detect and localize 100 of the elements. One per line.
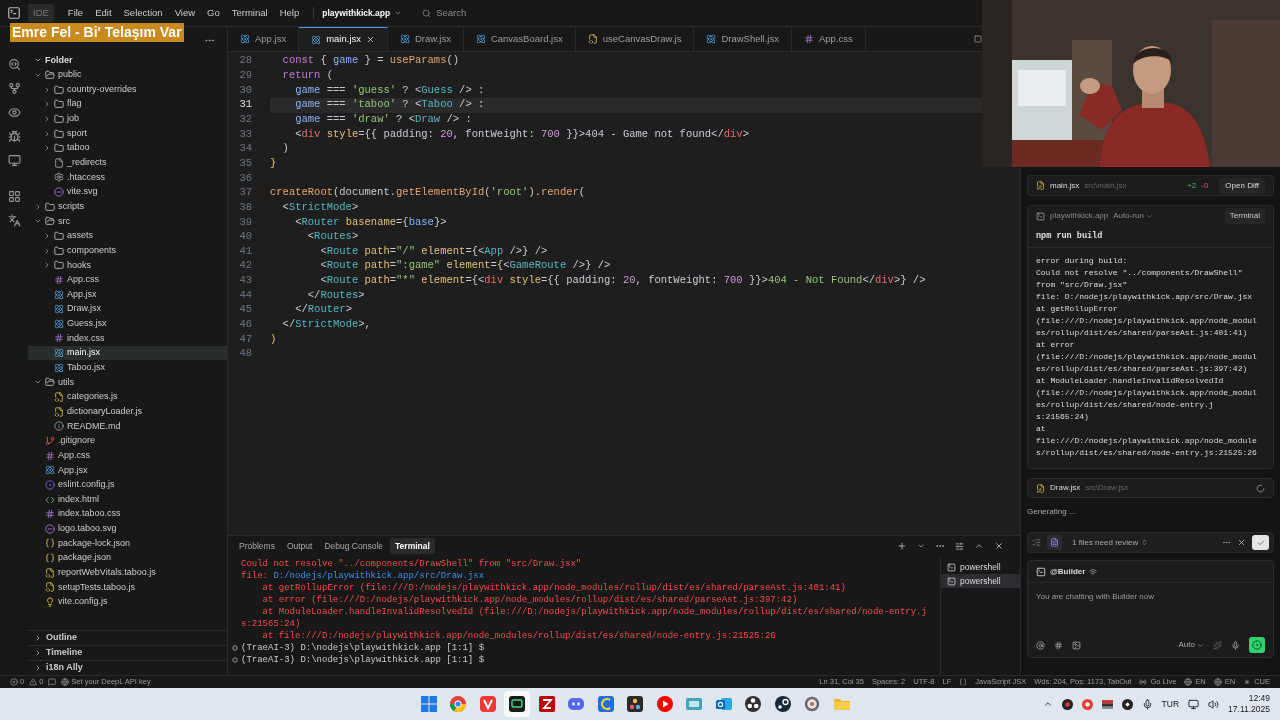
file-tree-item[interactable]: categories.js [28,389,227,405]
file-tree-item[interactable]: flag [28,96,227,112]
terminal-item[interactable]: powershell [941,574,1020,588]
terminal-item[interactable]: powershell [941,560,1020,574]
caret-icon[interactable] [917,542,925,550]
mention-icon[interactable] [1036,640,1045,650]
monitor-icon[interactable] [7,154,21,167]
file-tree-item[interactable]: index.css [28,331,227,346]
image-icon[interactable] [1072,640,1081,650]
file-tree-item[interactable]: dictionaryLoader.js [28,404,227,419]
file-tree-item[interactable]: .htaccess [28,170,227,185]
sliders-icon[interactable] [955,541,964,551]
file-tree-item[interactable]: Draw.jsx [28,301,227,317]
panel-tab[interactable]: Terminal [390,537,435,555]
file-tree-item[interactable]: Taboo.jsx [28,360,227,376]
add-icon[interactable] [897,541,907,551]
hash-icon[interactable] [1054,640,1063,650]
eye-icon[interactable] [7,106,21,119]
split-icon[interactable] [974,35,982,43]
file-tree-item[interactable]: sport [28,126,227,141]
file-tree-item[interactable]: utils [28,375,227,390]
file-tree-item[interactable]: reportWebVitals.taboo.js [28,565,227,581]
output-line: (file:///D:/nodejs/playwithkick.app/node_modul [1036,387,1258,399]
panel-tab[interactable]: Problems [234,537,280,555]
source-control-icon[interactable] [7,82,21,95]
more-icon[interactable] [1222,538,1231,547]
volume-icon[interactable] [1208,698,1220,710]
file-tree-item[interactable]: main.jsx [28,345,227,361]
section-header[interactable]: Folder [28,53,73,68]
output-line: s:21565:24) [1036,411,1090,423]
message-icon[interactable] [48,678,57,686]
send-button[interactable] [1249,637,1265,653]
project-switcher[interactable]: playwithkick.app [322,6,403,20]
clock-date[interactable]: 17.11.2025 [1228,704,1270,715]
file-tree-item[interactable]: _redirects [28,155,227,171]
file-tree-item[interactable]: index.taboo.css [28,506,227,522]
file-tree-item[interactable]: hooks [28,257,227,273]
file-tree-item[interactable]: App.jsx [28,287,227,302]
file-tree-item[interactable]: scripts [28,199,227,215]
network-icon[interactable] [1188,698,1200,710]
editor-tab[interactable]: main.jsx [299,27,388,51]
open-diff-button[interactable]: Open Diff [1219,177,1265,194]
run-mode-dropdown[interactable]: Auto-run [1113,210,1153,222]
maximize-icon[interactable] [974,541,984,551]
panel-header[interactable]: Outline [28,630,227,645]
file-tree-item[interactable]: src [28,214,227,229]
search-button[interactable]: Search [422,5,467,21]
file-tree-item[interactable]: package-lock.json [28,536,227,551]
menu-item[interactable]: Go [201,5,226,21]
mic-icon[interactable] [1141,698,1153,710]
tray-expand-icon[interactable] [1042,699,1053,709]
model-dropdown[interactable]: Auto [1178,639,1204,651]
clock-time[interactable]: 12:49 [1248,693,1270,704]
translate-icon[interactable] [7,214,21,227]
extensions-icon[interactable] [7,190,21,203]
file-tree-item[interactable]: vite.config.js [28,594,227,610]
debug-icon[interactable] [7,130,21,143]
file-tree-item[interactable]: README.md [28,419,227,434]
tray-app-icon[interactable] [1061,698,1073,710]
chat-input[interactable]: You are chatting with Builder now [1036,591,1265,603]
file-tree-item[interactable]: Guess.jsx [28,316,227,332]
tray-app-icon[interactable] [1101,698,1113,710]
menu-item[interactable]: Terminal [225,5,274,21]
close-icon[interactable] [994,541,1004,551]
file-tree-item[interactable]: App.css [28,448,227,463]
file-tree-item[interactable]: vite.svg [28,184,227,200]
terminal-icon[interactable] [504,691,530,717]
search-icon[interactable] [7,58,21,71]
file-icon[interactable] [1050,538,1059,547]
panel-tab[interactable]: Debug Console [319,537,389,555]
file-tree-item[interactable]: eslint.config.js [28,477,227,493]
mic-icon[interactable] [1231,640,1240,650]
file-tree-item[interactable]: logo.taboo.svg [28,521,227,537]
menu-item[interactable]: File [61,5,90,21]
keyboard-language[interactable]: TUR [1161,697,1180,711]
file-tree-item[interactable]: taboo [28,140,227,156]
close-icon[interactable] [1237,538,1246,547]
file-tree-item[interactable]: job [28,111,227,127]
terminal-button[interactable]: Terminal [1224,208,1265,224]
menu-item[interactable]: Help [273,5,306,21]
menu-item[interactable]: Selection [117,5,169,21]
review-dropdown[interactable]: 1 files need review [1072,536,1149,549]
file-tree-item[interactable]: package.json [28,550,227,566]
menu-item[interactable]: View [168,5,202,21]
file-tree-item[interactable]: .gitignore [28,433,227,449]
file-tree-item[interactable]: App.jsx [28,462,227,478]
braces-icon[interactable] [959,678,968,686]
panel-header[interactable]: Timeline [28,645,227,660]
menu-item[interactable]: Edit [89,5,118,21]
tray-app-icon[interactable] [1121,698,1133,710]
checklist-icon[interactable] [1032,538,1041,547]
file-tree-item[interactable]: components [28,243,227,258]
file-tree-item[interactable]: App.css [28,272,227,288]
file-tree-item[interactable]: setupTests.taboo.js [28,580,227,595]
panel-tab[interactable]: Output [281,537,318,555]
file-tree-item[interactable]: index.html [28,492,227,507]
file-tree-item[interactable]: public [28,67,227,83]
file-tree-item[interactable]: assets [28,228,227,244]
close-icon[interactable] [366,35,375,44]
file-tree-item[interactable]: country-overrides [28,82,227,97]
